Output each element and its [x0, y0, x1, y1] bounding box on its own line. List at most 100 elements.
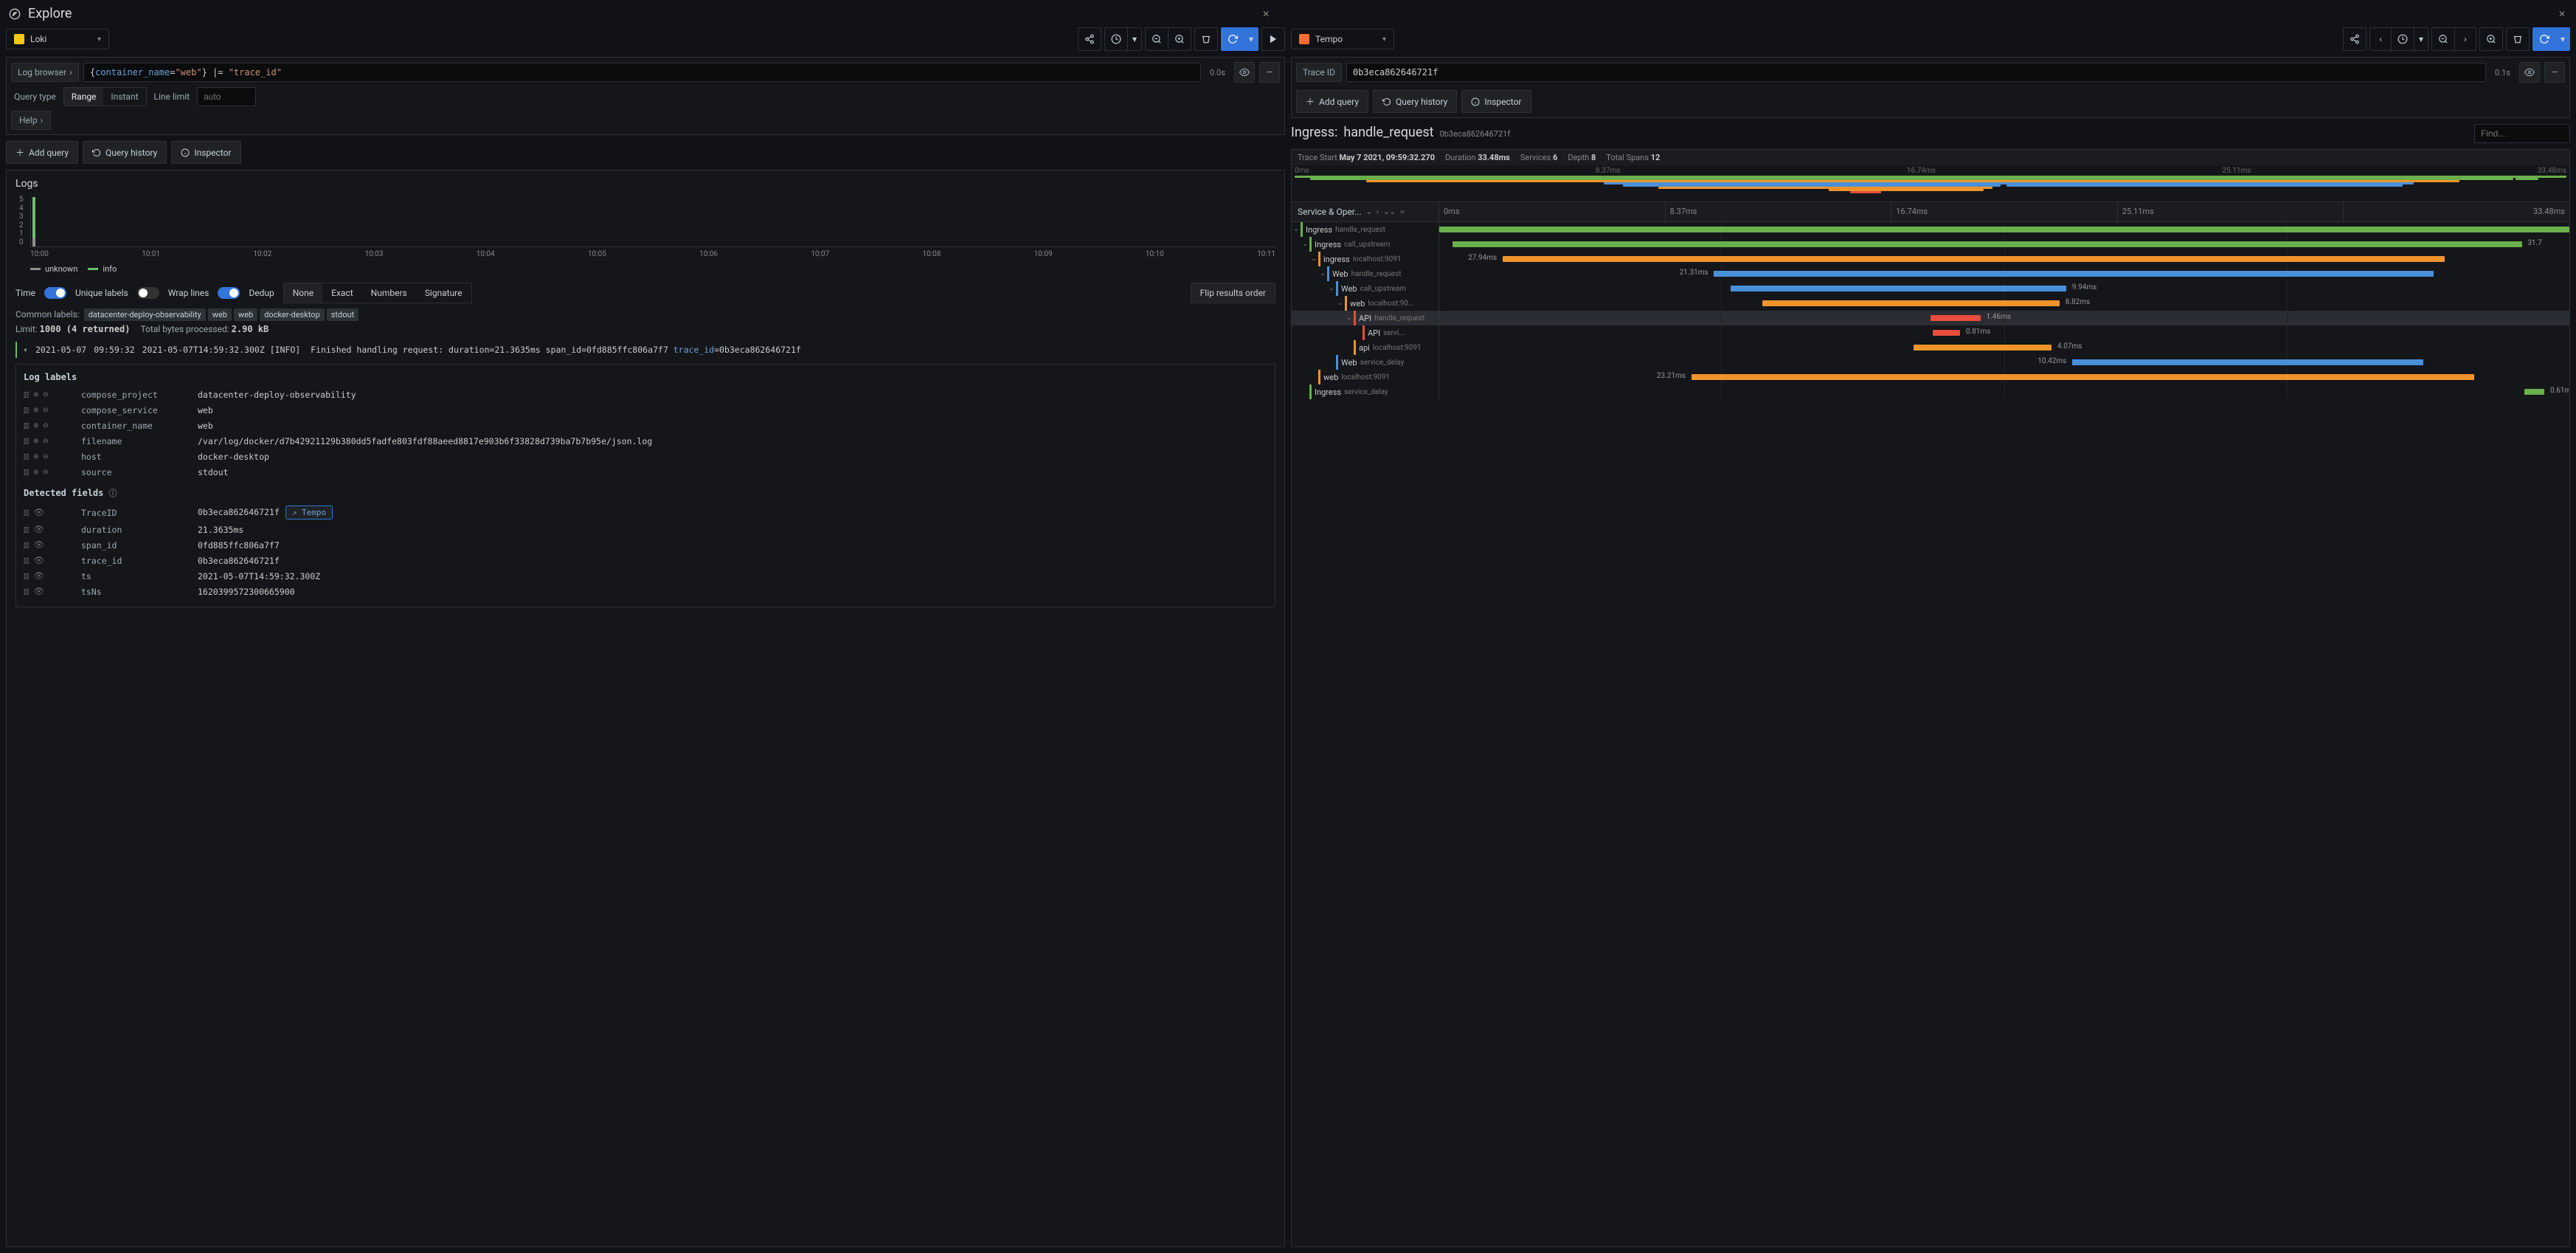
trace-id-input[interactable]	[1346, 63, 2486, 82]
filter-out-icon[interactable]: ⊖	[43, 435, 48, 446]
add-query-button-right[interactable]: ＋ Add query	[1296, 90, 1368, 113]
time-picker-dropdown-right[interactable]: ▾	[2414, 27, 2428, 51]
filter-for-icon[interactable]: ⊕	[33, 420, 38, 431]
time-picker-button-right[interactable]	[2391, 27, 2414, 51]
filter-out-icon[interactable]: ⊖	[43, 420, 48, 431]
filter-for-icon[interactable]: ⊕	[33, 466, 38, 477]
show-field-icon[interactable]: 👁	[33, 586, 44, 597]
wrap-lines-toggle[interactable]	[218, 287, 240, 299]
toggle-query-button-right[interactable]	[2519, 62, 2540, 83]
close-left-pane-icon[interactable]: ✕	[1262, 9, 1270, 19]
inspector-button-right[interactable]: Inspector	[1461, 90, 1531, 113]
expand-all-icon[interactable]: ››	[1400, 208, 1405, 216]
time-back-button[interactable]: ‹	[2369, 27, 2392, 51]
inspector-button[interactable]: Inspector	[171, 141, 240, 164]
span-row[interactable]: ⌄Webhandle_request21.31ms	[1292, 266, 2569, 281]
stats-icon[interactable]: ⫾⫾	[24, 586, 29, 597]
unique-labels-toggle[interactable]	[137, 287, 159, 299]
dedup-exact[interactable]: Exact	[322, 283, 362, 303]
zoom-in-button[interactable]	[1168, 27, 1191, 51]
collapse-all-icon[interactable]: ⌄⌄	[1383, 208, 1396, 216]
time-picker-button[interactable]	[1104, 27, 1128, 51]
span-row[interactable]: weblocalhost:909123.21ms	[1292, 370, 2569, 384]
show-field-icon[interactable]: 👁	[33, 507, 44, 518]
stats-icon[interactable]: ⫾⫾	[24, 507, 29, 518]
zoom-out-button-right[interactable]	[2431, 27, 2455, 51]
run-query-button-right[interactable]	[2532, 27, 2556, 51]
span-row[interactable]: Ingressservice_delay0.61ms	[1292, 384, 2569, 399]
filter-for-icon[interactable]: ⊕	[33, 435, 38, 446]
show-field-icon[interactable]: 👁	[33, 555, 44, 566]
clear-button[interactable]	[1194, 27, 1218, 51]
query-type-range[interactable]: Range	[64, 88, 104, 106]
time-forward-button[interactable]: ›	[2454, 27, 2476, 51]
datasource-picker-right[interactable]: Tempo ▾	[1291, 29, 1394, 49]
remove-query-button[interactable]: —	[1259, 62, 1280, 83]
share-button[interactable]	[1078, 27, 1101, 51]
dedup-toggle[interactable]: NoneExactNumbersSignature	[283, 283, 472, 303]
help-button[interactable]: Help ›	[11, 111, 51, 130]
stats-icon[interactable]: ⫾⫾	[24, 524, 29, 535]
live-button[interactable]	[1261, 27, 1285, 51]
query-expression-input[interactable]: {container_name="web"} |= "trace_id"	[83, 63, 1201, 82]
span-row[interactable]: ⌄ingresslocalhost:909127.94ms	[1292, 252, 2569, 266]
info-icon[interactable]: ⓘ	[109, 489, 117, 498]
filter-out-icon[interactable]: ⊖	[43, 466, 48, 477]
span-row[interactable]: ⌄Ingresscall_upstream31.7	[1292, 237, 2569, 252]
expand-one-icon[interactable]: ›	[1377, 208, 1379, 216]
stats-icon[interactable]: ⫾⫾	[24, 435, 29, 446]
log-browser-button[interactable]: Log browser ›	[11, 63, 79, 82]
show-field-icon[interactable]: 👁	[33, 539, 44, 550]
stats-icon[interactable]: ⫾⫾	[24, 555, 29, 566]
tempo-link[interactable]: ↗ Tempo	[285, 505, 333, 520]
clear-button-right[interactable]	[2506, 27, 2530, 51]
query-history-button[interactable]: Query history	[83, 141, 167, 164]
span-row[interactable]: APIservi...0.81ms	[1292, 325, 2569, 340]
trace-find-input[interactable]	[2474, 124, 2570, 143]
legend-unknown[interactable]: unknown	[30, 264, 77, 274]
query-history-button-right[interactable]: Query history	[1373, 90, 1457, 113]
zoom-in-button-right[interactable]	[2479, 27, 2503, 51]
legend-info[interactable]: info	[88, 264, 117, 274]
close-right-pane-icon[interactable]: ✕	[2558, 9, 2566, 19]
datasource-picker[interactable]: Loki ▾	[6, 29, 109, 49]
add-query-button[interactable]: ＋ Add query	[6, 141, 78, 164]
filter-for-icon[interactable]: ⊕	[33, 389, 38, 400]
time-toggle[interactable]	[44, 287, 66, 299]
span-row[interactable]: ⌄Ingresshandle_request	[1292, 222, 2569, 237]
flip-results-button[interactable]: Flip results order	[1191, 283, 1275, 303]
filter-for-icon[interactable]: ⊕	[33, 451, 38, 462]
show-field-icon[interactable]: 👁	[33, 570, 44, 581]
collapse-one-icon[interactable]: ⌄	[1366, 208, 1372, 216]
run-query-dropdown[interactable]: ▾	[1244, 27, 1258, 51]
filter-out-icon[interactable]: ⊖	[43, 404, 48, 415]
zoom-out-button[interactable]	[1145, 27, 1168, 51]
filter-for-icon[interactable]: ⊕	[33, 404, 38, 415]
time-picker-dropdown[interactable]: ▾	[1127, 27, 1142, 51]
line-limit-input[interactable]	[197, 87, 256, 106]
run-query-dropdown-right[interactable]: ▾	[2555, 27, 2570, 51]
logs-histogram[interactable]: 543210	[30, 196, 1275, 247]
run-query-button[interactable]	[1221, 27, 1244, 51]
stats-icon[interactable]: ⫾⫾	[24, 404, 29, 415]
dedup-numbers[interactable]: Numbers	[362, 283, 416, 303]
remove-query-button-right[interactable]: —	[2544, 62, 2565, 83]
query-type-instant[interactable]: Instant	[103, 88, 145, 106]
span-row[interactable]: apilocalhost:90914.07ms	[1292, 340, 2569, 355]
stats-icon[interactable]: ⫾⫾	[24, 420, 29, 431]
stats-icon[interactable]: ⫾⫾	[24, 570, 29, 581]
stats-icon[interactable]: ⫾⫾	[24, 451, 29, 462]
span-row[interactable]: ⌄Webcall_upstream9.94ms	[1292, 281, 2569, 296]
span-row[interactable]: Webservice_delay10.42ms	[1292, 355, 2569, 370]
span-row[interactable]: ⌄APIhandle_request1.46ms	[1292, 311, 2569, 325]
span-row[interactable]: ⌄weblocalhost:90...8.82ms	[1292, 296, 2569, 311]
dedup-none[interactable]: None	[284, 283, 322, 303]
filter-out-icon[interactable]: ⊖	[43, 389, 48, 400]
share-button-right[interactable]	[2343, 27, 2366, 51]
show-field-icon[interactable]: 👁	[33, 524, 44, 535]
dedup-signature[interactable]: Signature	[416, 283, 471, 303]
log-row[interactable]: ▾ 2021-05-07 09:59:32 2021-05-07T14:59:3…	[15, 342, 1275, 358]
stats-icon[interactable]: ⫾⫾	[24, 466, 29, 477]
filter-out-icon[interactable]: ⊖	[43, 451, 48, 462]
stats-icon[interactable]: ⫾⫾	[24, 389, 29, 400]
